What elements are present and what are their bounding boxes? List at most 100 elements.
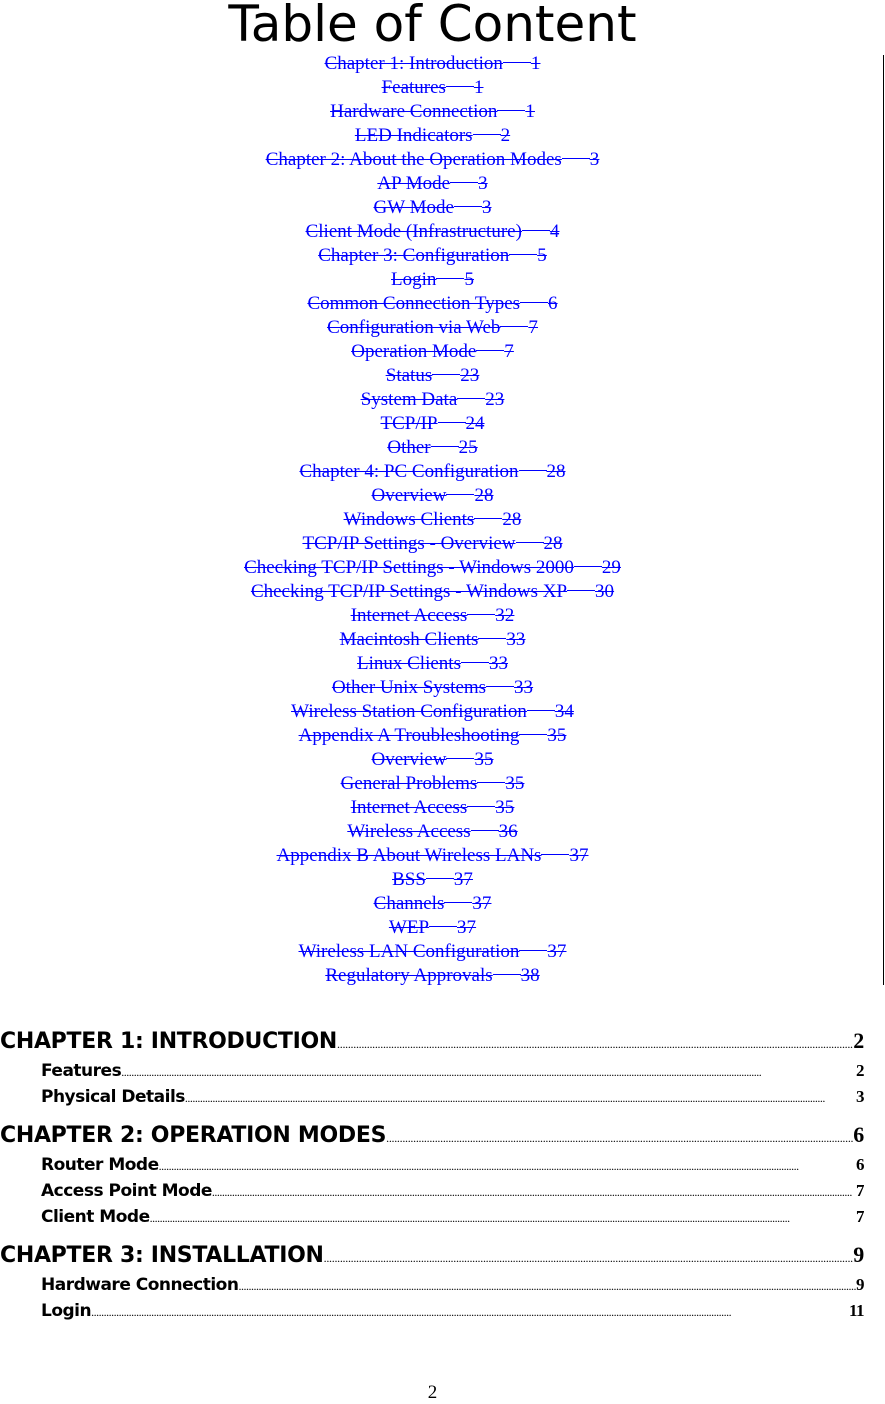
toc-link-page: 23 [485, 389, 505, 410]
toc-link-struck[interactable]: Chapter 2: About the Operation Modes 3 [0, 148, 865, 172]
toc-section-entry[interactable]: Access Point Mode 7 [0, 1178, 864, 1204]
toc-link-struck[interactable]: BSS 37 [0, 868, 865, 892]
toc-link-page: 32 [495, 605, 515, 626]
toc-link-page: 28 [474, 485, 494, 506]
toc-link-struck[interactable]: Linux Clients 33 [0, 652, 865, 676]
toc-link-struck[interactable]: Client Mode (Infrastructure) 4 [0, 220, 865, 244]
toc-link-struck[interactable]: System Data 23 [0, 388, 865, 412]
toc-link-page: 30 [595, 581, 615, 602]
toc-link-struck[interactable]: Configuration via Web 7 [0, 316, 865, 340]
toc-link-struck[interactable]: Channels 37 [0, 892, 865, 916]
toc-link-struck[interactable]: Checking TCP/IP Settings - Windows 2000 2… [0, 556, 865, 580]
toc-section-entry[interactable]: Physical Details 3 [0, 1084, 864, 1110]
toc-chapter-entry[interactable]: CHAPTER 3: INSTALLATION 9 [0, 1238, 864, 1272]
toc-link-struck[interactable]: TCP/IP 24 [0, 412, 865, 436]
toc-link-struck[interactable]: Windows Clients 28 [0, 508, 865, 532]
toc-link-label: Chapter 3: Configuration [318, 245, 510, 266]
toc-link-struck[interactable]: TCP/IP Settings - Overview 28 [0, 532, 865, 556]
dot-leader [337, 1024, 853, 1058]
toc-link-label: Wireless Station Configuration [291, 701, 527, 722]
toc-link-struck[interactable]: Chapter 3: Configuration 5 [0, 244, 865, 268]
toc-link-page: 28 [543, 533, 563, 554]
toc-link-struck[interactable]: Appendix A Troubleshooting 35 [0, 724, 865, 748]
toc-section-entry[interactable]: Hardware Connection 9 [0, 1272, 864, 1298]
tab-leader [521, 230, 550, 231]
toc-link-label: Configuration via Web [327, 317, 501, 338]
toc-link-label: Checking TCP/IP Settings - Windows 2000 [244, 557, 574, 578]
toc-section-entry[interactable]: Features 2 [0, 1058, 864, 1084]
toc-link-struck[interactable]: Wireless Access 36 [0, 820, 865, 844]
toc-link-label: Wireless Access [347, 821, 471, 842]
toc-link-page: 37 [457, 917, 477, 938]
toc-link-struck[interactable]: General Problems 35 [0, 772, 865, 796]
toc-link-label: Other [387, 437, 431, 458]
toc-link-page: 36 [498, 821, 518, 842]
toc-link-label: Wireless LAN Configuration [298, 941, 520, 962]
toc-link-page: 7 [504, 341, 514, 362]
toc-link-struck[interactable]: Operation Mode 7 [0, 340, 865, 364]
toc-link-struck[interactable]: Internet Access 32 [0, 604, 865, 628]
toc-entry-label: Login [41, 1301, 92, 1321]
toc-link-struck[interactable]: Other 25 [0, 436, 865, 460]
tab-leader [436, 278, 465, 279]
toc-link-struck[interactable]: Hardware Connection 1 [0, 100, 865, 124]
toc-entry-label: Access Point Mode [41, 1181, 212, 1201]
toc-link-page: 35 [474, 749, 494, 770]
toc-link-struck[interactable]: Status 23 [0, 364, 865, 388]
toc-link-label: Hardware Connection [330, 101, 498, 122]
toc-link-struck[interactable]: Overview 28 [0, 484, 865, 508]
toc-link-struck[interactable]: Other Unix Systems 33 [0, 676, 865, 700]
toc-link-struck[interactable]: Chapter 1: Introduction 1 [0, 52, 865, 76]
toc-link-struck[interactable]: GW Mode 3 [0, 196, 865, 220]
toc-link-struck[interactable]: Wireless Station Configuration 34 [0, 700, 865, 724]
dot-leader [212, 1178, 856, 1204]
toc-entry-page: 11 [848, 1301, 864, 1320]
toc-link-label: GW Mode [373, 197, 454, 218]
toc-link-page: 29 [601, 557, 621, 578]
toc-link-struck[interactable]: Chapter 4: PC Configuration 28 [0, 460, 865, 484]
toc-link-struck[interactable]: Common Connection Types 6 [0, 292, 865, 316]
toc-chapter-entry[interactable]: CHAPTER 1: INTRODUCTION 2 [0, 1024, 864, 1058]
tab-leader [472, 134, 501, 135]
toc-link-page: 24 [465, 413, 485, 434]
toc-link-page: 5 [537, 245, 547, 266]
margin-change-bar [883, 55, 884, 985]
toc-link-struck[interactable]: Features 1 [0, 76, 865, 100]
toc-link-label: Chapter 1: Introduction [324, 53, 503, 74]
toc-link-label: Linux Clients [357, 653, 461, 674]
tab-leader [445, 86, 474, 87]
toc-link-struck[interactable]: Wireless LAN Configuration 37 [0, 940, 865, 964]
toc-link-label: Overview [371, 485, 447, 506]
toc-link-struck[interactable]: Macintosh Clients 33 [0, 628, 865, 652]
dot-leader [121, 1058, 856, 1084]
toc-link-struck[interactable]: Appendix B About Wireless LANs 37 [0, 844, 865, 868]
tab-leader [446, 494, 475, 495]
toc-entry-label: Client Mode [41, 1207, 150, 1227]
toc-link-struck[interactable]: Regulatory Approvals 38 [0, 964, 865, 988]
toc-link-struck[interactable]: WEP 37 [0, 916, 865, 940]
tab-leader [432, 374, 461, 375]
tab-leader [497, 110, 526, 111]
page-title: Table of Content [228, 0, 637, 53]
toc-link-struck[interactable]: Internet Access 35 [0, 796, 865, 820]
tab-leader [486, 686, 515, 687]
toc-link-struck[interactable]: Overview 35 [0, 748, 865, 772]
toc-link-struck[interactable]: LED Indicators 2 [0, 124, 865, 148]
toc-link-page: 33 [488, 653, 508, 674]
tab-leader [470, 830, 499, 831]
toc-section-entry[interactable]: Login 11 [0, 1298, 864, 1324]
tab-leader [541, 854, 570, 855]
tab-leader [453, 206, 482, 207]
toc-section-entry[interactable]: Client Mode 7 [0, 1204, 864, 1230]
toc-link-label: TCP/IP [380, 413, 438, 434]
toc-link-page: 38 [520, 965, 540, 986]
toc-link-page: 3 [478, 173, 488, 194]
tab-leader [520, 302, 549, 303]
toc-link-struck[interactable]: Checking TCP/IP Settings - Windows XP 30 [0, 580, 865, 604]
tab-leader [446, 758, 475, 759]
toc-link-struck[interactable]: AP Mode 3 [0, 172, 865, 196]
toc-entry-label: CHAPTER 1: INTRODUCTION [0, 1029, 338, 1054]
toc-link-struck[interactable]: Login 5 [0, 268, 865, 292]
toc-section-entry[interactable]: Router Mode 6 [0, 1152, 864, 1178]
toc-chapter-entry[interactable]: CHAPTER 2: OPERATION MODES 6 [0, 1118, 864, 1152]
